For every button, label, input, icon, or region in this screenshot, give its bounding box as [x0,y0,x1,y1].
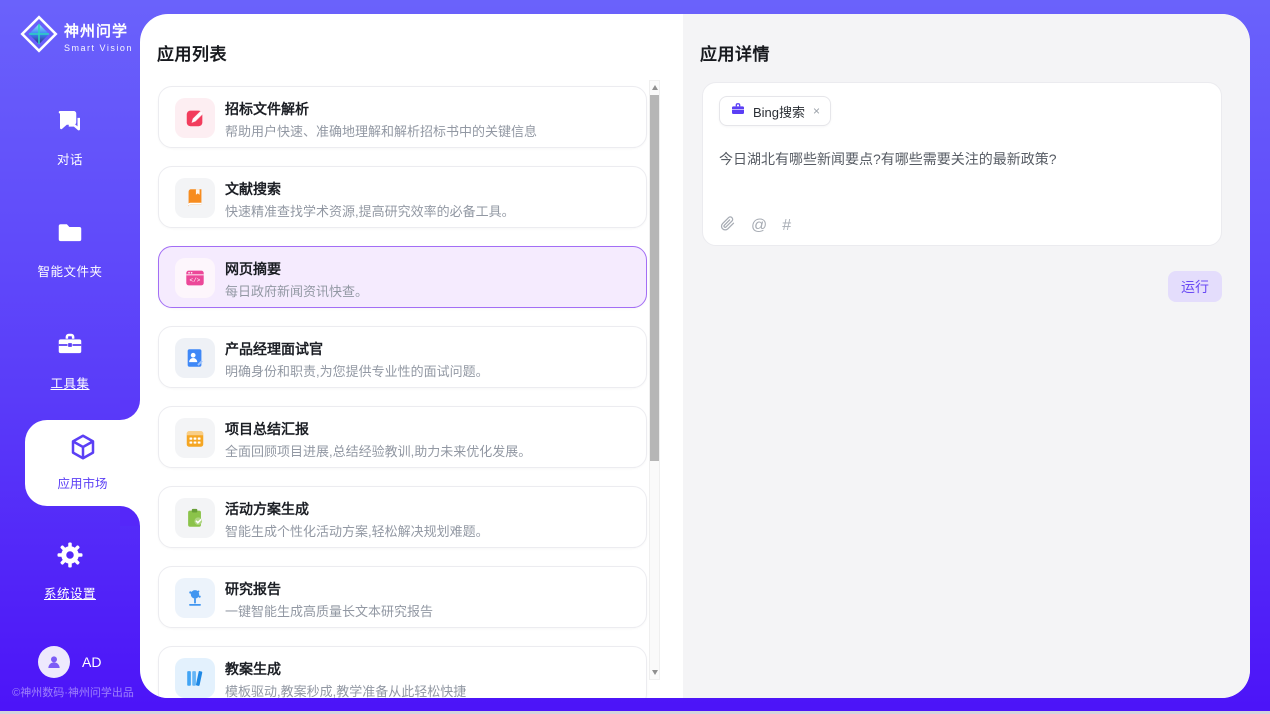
app-card-literature-search[interactable]: 文献搜索 快速精准查找学术资源,提高研究效率的必备工具。 [158,166,647,228]
user-account[interactable]: AD [38,646,101,678]
app-name: 文献搜索 [225,179,281,199]
brand-logo: 神州问学 Smart Vision [20,15,133,58]
active-tab-curve-top [120,400,140,420]
sidebar-item-label: 对话 [0,149,140,168]
app-desc: 模板驱动,教案秒成,教学准备从此轻松快捷 [225,681,466,698]
sidebar-item-settings[interactable]: 系统设置 [0,540,140,602]
app-name: 活动方案生成 [225,499,309,519]
sidebar-item-app-market[interactable]: 应用市场 [25,420,140,506]
user-avatar-icon [38,646,70,678]
app-card-research-report[interactable]: 研究报告 一键智能生成高质量长文本研究报告 [158,566,647,628]
app-name: 网页摘要 [225,259,281,279]
gear-icon [55,557,85,574]
app-card-project-summary[interactable]: 项目总结汇报 全面回顾项目进展,总结经验教训,助力未来优化发展。 [158,406,647,468]
hash-icon[interactable]: # [782,218,791,234]
sidebar: 神州问学 Smart Vision 对话 智能文件夹 [0,0,140,714]
toolbox-icon [55,347,85,364]
svg-text:</>: </> [190,277,201,284]
scroll-down-icon[interactable] [652,670,658,675]
close-icon[interactable]: × [813,104,820,118]
folder-icon [55,235,85,252]
user-name: AD [82,654,101,670]
interviewer-icon [175,338,215,378]
app-name: 教案生成 [225,659,281,679]
books-icon [175,658,215,698]
clipboard-check-icon [175,498,215,538]
sidebar-item-label: 工具集 [0,373,140,392]
edit-pen-icon [175,98,215,138]
app-desc: 全面回顾项目进展,总结经验教训,助力未来优化发展。 [225,441,531,460]
query-text[interactable]: 今日湖北有哪些新闻要点?有哪些需要关注的最新政策? [719,149,1199,169]
app-card-web-summary[interactable]: </> 网页摘要 每日政府新闻资讯快查。 [158,246,647,308]
browser-code-icon: </> [175,258,215,298]
app-desc: 一键智能生成高质量长文本研究报告 [225,601,433,620]
app-window: 神州问学 Smart Vision 对话 智能文件夹 [0,0,1270,714]
sidebar-item-label: 智能文件夹 [0,261,140,280]
query-composer[interactable]: Bing搜索 × 今日湖北有哪些新闻要点?有哪些需要关注的最新政策? @ # [702,82,1222,246]
brand-title: 神州问学 [64,23,128,40]
app-card-pm-interviewer[interactable]: 产品经理面试官 明确身份和职责,为您提供专业性的面试问题。 [158,326,647,388]
app-name: 项目总结汇报 [225,419,309,439]
app-desc: 每日政府新闻资讯快查。 [225,281,368,300]
copyright-text: ©神州数码·神州问学出品 [6,684,140,700]
book-icon [175,178,215,218]
tool-chip-label: Bing搜索 [753,102,805,121]
app-list-scrollbar[interactable] [649,80,660,680]
active-tab-curve-bottom [120,506,140,526]
sidebar-item-toolset[interactable]: 工具集 [0,330,140,392]
main-panel: 应用列表 应用详情 招标文件解析 帮助用户快速、准确地理解和解析招标书中的关键信… [140,14,1250,698]
cube-icon [68,449,98,466]
app-desc: 快速精准查找学术资源,提高研究效率的必备工具。 [225,201,515,220]
diamond-logo-icon [20,15,58,58]
app-desc: 明确身份和职责,为您提供专业性的面试问题。 [225,361,489,380]
calendar-icon [175,418,215,458]
app-name: 招标文件解析 [225,99,309,119]
run-button[interactable]: 运行 [1168,271,1222,302]
app-card-lesson-plan[interactable]: 教案生成 模板驱动,教案秒成,教学准备从此轻松快捷 [158,646,647,698]
sidebar-item-label: 应用市场 [25,473,140,492]
app-card-event-plan[interactable]: 活动方案生成 智能生成个性化活动方案,轻松解决规划难题。 [158,486,647,548]
app-name: 研究报告 [225,579,281,599]
app-desc: 帮助用户快速、准确地理解和解析招标书中的关键信息 [225,121,537,140]
app-card-tender-parse[interactable]: 招标文件解析 帮助用户快速、准确地理解和解析招标书中的关键信息 [158,86,647,148]
sidebar-item-smart-folder[interactable]: 智能文件夹 [0,218,140,280]
tool-chip-bing-search[interactable]: Bing搜索 × [719,96,831,126]
sidebar-item-label: 系统设置 [0,583,140,602]
scroll-up-icon[interactable] [652,85,658,90]
app-list-title: 应用列表 [157,40,227,65]
paperclip-icon[interactable] [719,215,736,237]
app-name: 产品经理面试官 [225,339,323,359]
mention-icon[interactable]: @ [751,218,767,234]
app-detail-title: 应用详情 [700,40,770,65]
scrollbar-thumb[interactable] [650,95,659,461]
briefcase-icon [730,101,746,122]
brand-subtitle: Smart Vision [64,43,133,53]
research-icon [175,578,215,618]
sidebar-item-chat[interactable]: 对话 [0,106,140,168]
chat-icon [55,123,85,140]
app-desc: 智能生成个性化活动方案,轻松解决规划难题。 [225,521,489,540]
